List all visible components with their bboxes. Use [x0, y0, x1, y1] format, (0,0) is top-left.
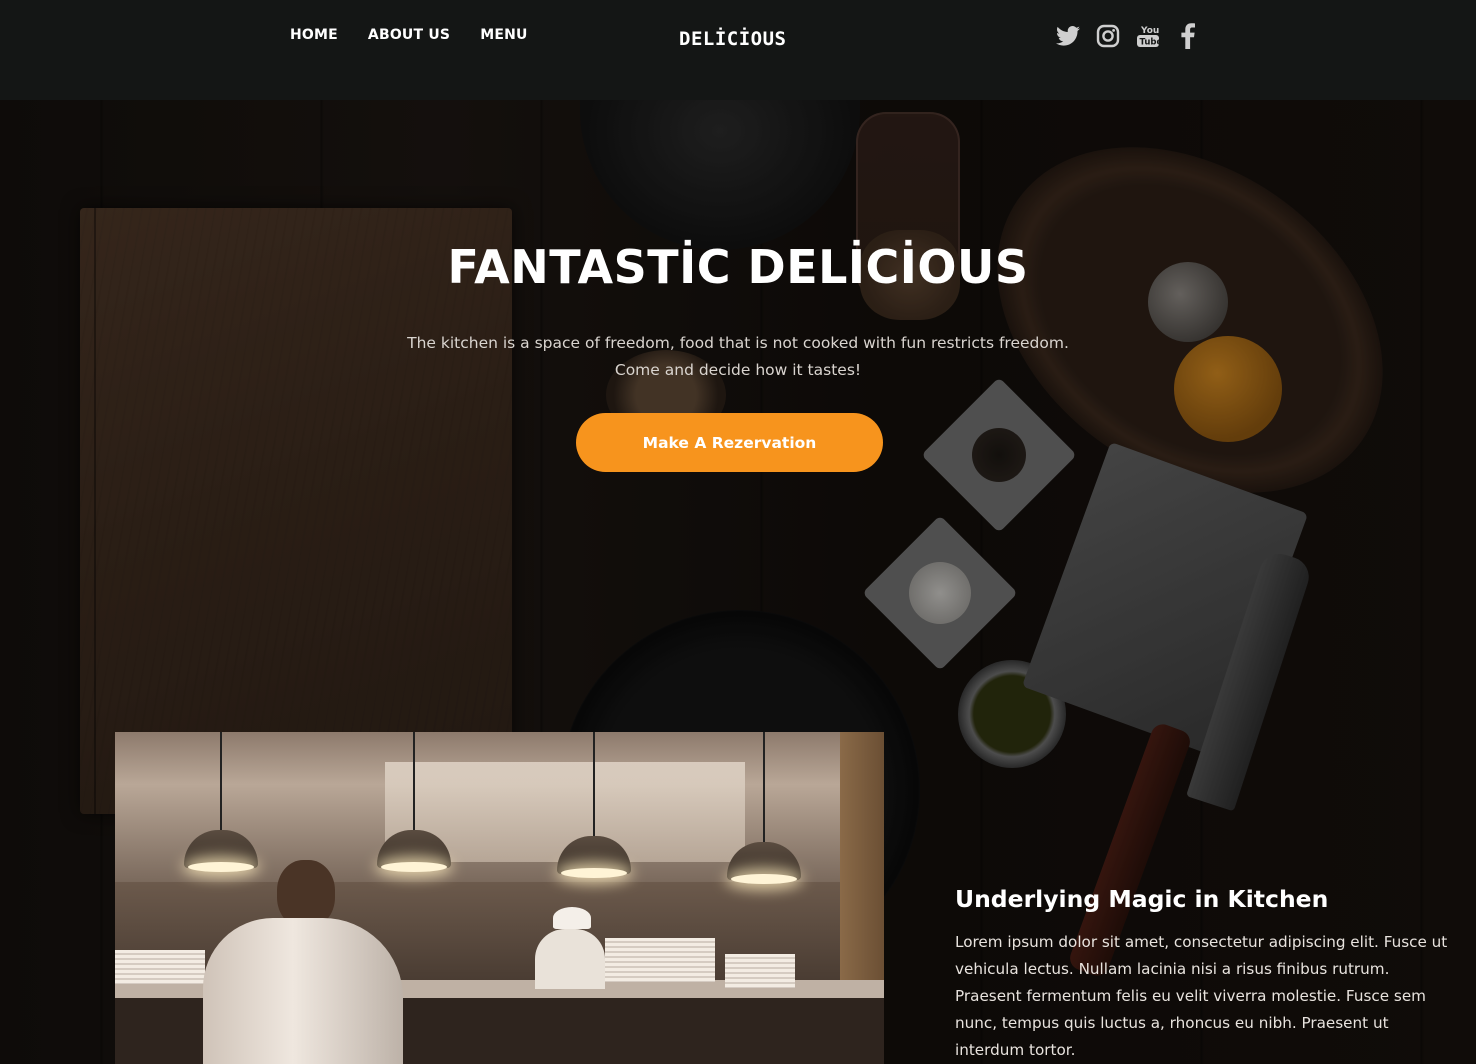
- make-reservation-button[interactable]: Make A Rezervation: [576, 413, 883, 472]
- section-body: Lorem ipsum dolor sit amet, consectetur …: [955, 933, 1448, 1059]
- nav-home-link[interactable]: HOME: [290, 27, 338, 43]
- kitchen-photo: [115, 732, 884, 1064]
- hero-subtitle-line-1: The kitchen is a space of freedom, food …: [407, 334, 1069, 352]
- social-links: You Tube: [1055, 22, 1215, 50]
- twitter-icon[interactable]: [1055, 22, 1081, 50]
- hero-title: FANTASTİC DELİCİOUS: [447, 240, 1029, 294]
- main-nav: HOME ABOUT US MENU: [290, 27, 558, 43]
- hero-subtitle-line-2: Come and decide how it tastes!: [614, 361, 862, 379]
- instagram-icon[interactable]: [1095, 22, 1121, 50]
- hero-subtitle: The kitchen is a space of freedom, food …: [388, 330, 1088, 384]
- section-title: Underlying Magic in Kitchen: [955, 885, 1329, 913]
- facebook-icon[interactable]: [1175, 22, 1201, 50]
- top-navbar: HOME ABOUT US MENU DELİCİOUS You Tube: [0, 0, 1476, 100]
- nav-menu-link[interactable]: MENU: [480, 27, 527, 43]
- svg-text:You: You: [1140, 26, 1159, 36]
- svg-text:Tube: Tube: [1140, 38, 1162, 48]
- youtube-icon[interactable]: You Tube: [1135, 22, 1161, 50]
- nav-about-us-link[interactable]: ABOUT US: [368, 27, 450, 43]
- hero-section: FANTASTİC DELİCİOUS The kitchen is a spa…: [0, 100, 1476, 1064]
- site-logo[interactable]: DELİCİOUS: [679, 28, 786, 50]
